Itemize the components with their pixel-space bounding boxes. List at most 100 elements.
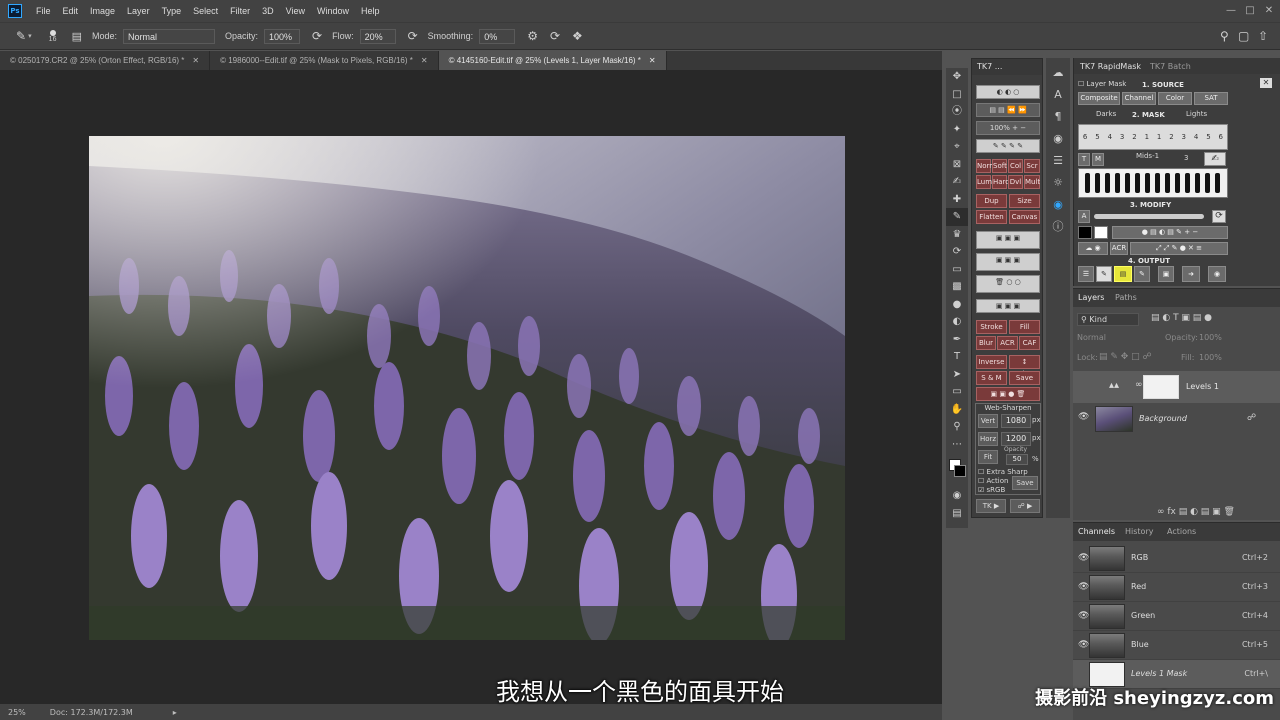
darks-3[interactable]: 3 bbox=[1116, 125, 1128, 149]
tk7-layer-icons[interactable]: ▣ ▣ ▣ bbox=[976, 253, 1040, 271]
brush-tool-icon[interactable]: ✎ bbox=[946, 208, 968, 226]
tab-document-1[interactable]: © 0250179.CR2 @ 25% (Orton Effect, RGB/1… bbox=[0, 51, 211, 70]
shape-tool-icon[interactable]: ▭ bbox=[946, 383, 968, 401]
menu-view[interactable]: View bbox=[280, 6, 311, 16]
tk7-dvl-button[interactable]: Dvl bbox=[1008, 175, 1023, 189]
layer-actions[interactable]: ∞ fx ▤ ◐ ▤ ▣ 🗑 bbox=[1157, 507, 1235, 517]
flow-field[interactable]: 20% bbox=[359, 28, 396, 44]
frame-tool-icon[interactable]: ⊠ bbox=[946, 156, 968, 174]
source-sat-button[interactable]: SAT bbox=[1194, 92, 1228, 105]
smoothing-field[interactable]: 0% bbox=[479, 28, 516, 44]
tk7-soft-button[interactable]: Soft bbox=[992, 159, 1007, 173]
vert-button[interactable]: Vert bbox=[978, 414, 998, 428]
refresh-icon[interactable]: ⟳ bbox=[1212, 210, 1226, 223]
zoom-level[interactable]: 25% bbox=[8, 708, 26, 717]
eraser-icon[interactable]: ▭ bbox=[946, 261, 968, 279]
tk7-extra-icons[interactable]: ▣ ▣ ● 🗑 bbox=[976, 387, 1040, 401]
close-icon[interactable]: ✕ bbox=[421, 56, 428, 65]
tk7-top-icons[interactable]: ◐ ◐ ○ bbox=[976, 85, 1040, 99]
modify-slider[interactable] bbox=[1094, 214, 1204, 219]
tk7-stroke-button[interactable]: Stroke bbox=[976, 320, 1007, 334]
close-icon[interactable]: ✕ bbox=[1260, 78, 1272, 88]
blur-tool-icon[interactable]: ● bbox=[946, 296, 968, 314]
info-icon[interactable]: ⓘ bbox=[1046, 216, 1070, 238]
mids-value-3[interactable]: 3 bbox=[1184, 154, 1188, 162]
tk7-scr-button[interactable]: Scr bbox=[1024, 159, 1040, 173]
tk7-delete-icons[interactable]: 🗑 ○ ○ bbox=[976, 275, 1040, 293]
black-swatch[interactable] bbox=[1078, 226, 1092, 239]
workspace-icon[interactable]: ▢ bbox=[1238, 29, 1249, 43]
channel-row-green[interactable]: 👁 Green Ctrl+4 bbox=[1073, 602, 1280, 631]
tab-channels[interactable]: Channels bbox=[1078, 527, 1115, 536]
tk7-size-button[interactable]: Size bbox=[1009, 194, 1040, 208]
tab-rapidmask[interactable]: TK7 RapidMask bbox=[1080, 62, 1141, 71]
menu-edit[interactable]: Edit bbox=[57, 6, 85, 16]
opacity-value[interactable]: 100% bbox=[1199, 333, 1222, 342]
tk7-sm-button[interactable]: S & M bbox=[976, 371, 1007, 385]
healing-brush-icon[interactable]: ✚ bbox=[946, 191, 968, 209]
output-export-icon[interactable]: ➜ bbox=[1182, 266, 1200, 282]
tk-lock-button[interactable]: ☍ ▶ bbox=[1010, 499, 1040, 513]
character-icon[interactable]: A bbox=[1046, 84, 1070, 106]
blend-mode-select[interactable]: Normal bbox=[1077, 333, 1106, 342]
web-save-button[interactable]: Save bbox=[1012, 476, 1038, 490]
lights-2[interactable]: 2 bbox=[1165, 125, 1177, 149]
menu-layer[interactable]: Layer bbox=[121, 6, 156, 16]
darks-4[interactable]: 4 bbox=[1104, 125, 1116, 149]
vert-input[interactable]: 1080 bbox=[1001, 414, 1031, 428]
modify-tools-row[interactable]: ● ▤ ◐ ▤ ✎ + − bbox=[1112, 226, 1228, 239]
tk7-misc-icons[interactable]: ▣ ▣ ▣ bbox=[976, 299, 1040, 313]
source-color-button[interactable]: Color bbox=[1158, 92, 1192, 105]
menu-file[interactable]: File bbox=[30, 6, 57, 16]
tk7-hard-button[interactable]: Hard bbox=[992, 175, 1010, 189]
pressure-size-icon[interactable]: ⟳ bbox=[550, 29, 560, 43]
library-icon[interactable]: ◉ bbox=[1046, 128, 1070, 150]
lights-4[interactable]: 4 bbox=[1190, 125, 1202, 149]
tab-batch[interactable]: TK7 Batch bbox=[1150, 62, 1191, 71]
minimize-icon[interactable]: — bbox=[1224, 5, 1238, 17]
screen-mode-icon[interactable]: ▤ bbox=[946, 505, 968, 523]
tk7-fill-button[interactable]: Fill bbox=[1009, 320, 1040, 334]
channel-row-red[interactable]: 👁 Red Ctrl+3 bbox=[1073, 573, 1280, 602]
menu-select[interactable]: Select bbox=[187, 6, 224, 16]
source-composite-button[interactable]: Composite bbox=[1078, 92, 1120, 105]
lights-5[interactable]: 5 bbox=[1202, 125, 1214, 149]
output-brush-icon[interactable]: ✎ bbox=[1096, 266, 1112, 282]
tk7-inverse-button[interactable]: Inverse bbox=[976, 355, 1007, 369]
search-icon[interactable]: ⚲ bbox=[1220, 29, 1229, 43]
lights-3[interactable]: 3 bbox=[1178, 125, 1190, 149]
eye-icon[interactable]: 👁 bbox=[1078, 412, 1089, 422]
type-tool-icon[interactable]: T bbox=[946, 348, 968, 366]
zoom-tool-icon[interactable]: ⚲ bbox=[946, 418, 968, 436]
lock-icons[interactable]: ▤ ✎ ✥ □ ☍ bbox=[1099, 352, 1152, 362]
srgb-checkbox[interactable]: ☑ sRGB bbox=[978, 486, 1005, 494]
sun-icon[interactable]: ☼ bbox=[1046, 172, 1070, 194]
brush-panel-icon[interactable]: ▤ bbox=[72, 30, 82, 43]
modify-more-row[interactable]: ☁ ◉ bbox=[1078, 242, 1108, 255]
marquee-tool-icon[interactable]: □ bbox=[946, 86, 968, 104]
history-brush-icon[interactable]: ⟳ bbox=[946, 243, 968, 261]
clone-stamp-icon[interactable]: ♛ bbox=[946, 226, 968, 244]
tk7-zoom-row[interactable]: 100% + − bbox=[976, 121, 1040, 135]
eyedropper-icon[interactable]: ✍ bbox=[1204, 152, 1226, 166]
quick-select-icon[interactable]: ✦ bbox=[946, 121, 968, 139]
tk7-blur-button[interactable]: Blur bbox=[976, 336, 996, 350]
close-icon[interactable]: ✕ bbox=[649, 56, 656, 65]
tab-document-3[interactable]: © 4145160-Edit.tif @ 25% (Levels 1, Laye… bbox=[438, 51, 667, 70]
tk7-mult-button[interactable]: Mult bbox=[1024, 175, 1040, 189]
output-save-icon[interactable]: ▣ bbox=[1158, 266, 1174, 282]
move-tool-icon[interactable]: ✥ bbox=[946, 68, 968, 86]
gear-icon[interactable]: ⚙ bbox=[527, 29, 538, 43]
tk7-norm-button[interactable]: Norm bbox=[976, 159, 996, 173]
lights-1[interactable]: 1 bbox=[1153, 125, 1165, 149]
eyedropper-icon[interactable]: ✍ bbox=[946, 173, 968, 191]
gradient-tool-icon[interactable]: ▩ bbox=[946, 278, 968, 296]
share-icon[interactable]: ⇧ bbox=[1258, 29, 1268, 43]
menu-help[interactable]: Help bbox=[355, 6, 386, 16]
darks-5[interactable]: 5 bbox=[1091, 125, 1103, 149]
tk7-flatten-button[interactable]: Flatten bbox=[976, 210, 1007, 224]
color-swatches[interactable] bbox=[946, 453, 968, 487]
chevron-right-icon[interactable]: ▸ bbox=[173, 708, 177, 717]
path-select-icon[interactable]: ➤ bbox=[946, 366, 968, 384]
layer-mask-checkbox[interactable]: ☐ Layer Mask bbox=[1078, 80, 1126, 88]
